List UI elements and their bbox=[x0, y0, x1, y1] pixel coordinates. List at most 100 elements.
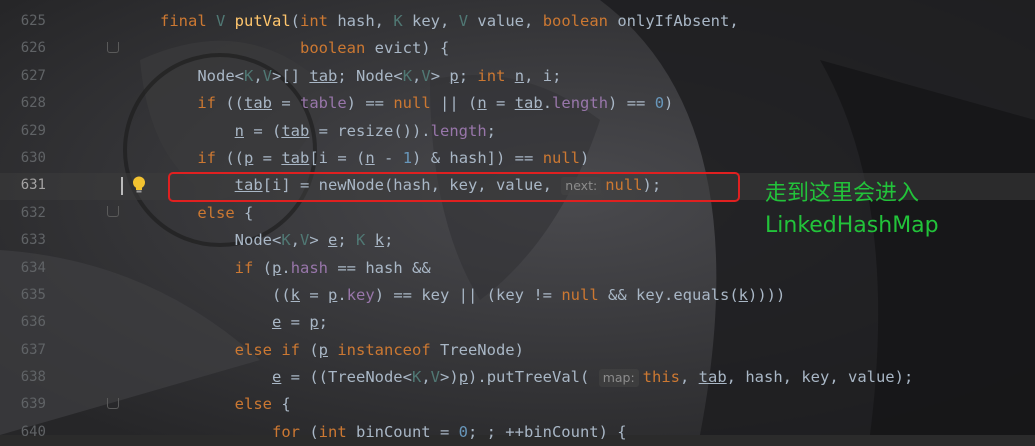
code-token: ( bbox=[309, 422, 319, 441]
code-token: boolean bbox=[542, 12, 618, 30]
code-token: e bbox=[328, 231, 338, 250]
code-token: null bbox=[561, 285, 608, 304]
code-token: tab bbox=[244, 94, 272, 113]
code-text: n = (tab = resize()).length; bbox=[160, 118, 496, 145]
code-token: = resize()). bbox=[309, 121, 431, 140]
code-token: , i; bbox=[524, 66, 562, 85]
lightbulb-icon[interactable] bbox=[130, 175, 148, 195]
code-token: >) bbox=[440, 368, 459, 387]
code-token: instanceof bbox=[328, 340, 440, 359]
code-text: final V putVal(int hash, K key, V value,… bbox=[160, 8, 739, 35]
code-token: == hash && bbox=[328, 258, 431, 277]
code-token: else bbox=[197, 203, 244, 222]
code-token: ( bbox=[290, 12, 301, 30]
code-token: (( bbox=[225, 148, 244, 167]
code-token: p bbox=[318, 340, 328, 359]
text-caret bbox=[121, 177, 123, 195]
code-token: || ( bbox=[440, 94, 478, 113]
code-text: if ((tab = table) == null || (n = tab.le… bbox=[160, 90, 673, 117]
code-token: { bbox=[281, 395, 291, 414]
code-token: p bbox=[309, 313, 319, 332]
code-token: [i = ( bbox=[309, 148, 366, 167]
fold-marker-icon[interactable] bbox=[107, 398, 119, 409]
code-token: if bbox=[197, 148, 226, 167]
code-token: , bbox=[421, 368, 431, 387]
line-number: 625 bbox=[20, 13, 46, 29]
code-token: tab bbox=[281, 148, 310, 167]
code-token: K bbox=[402, 66, 413, 85]
code-token: K bbox=[356, 231, 375, 250]
code-text: else { bbox=[160, 200, 253, 227]
code-token: V bbox=[300, 231, 310, 250]
code-token: null bbox=[393, 94, 441, 113]
code-token: boolean bbox=[299, 39, 375, 58]
code-token: key, bbox=[412, 12, 459, 30]
code-token: . bbox=[542, 94, 553, 113]
code-text: if ((p = tab[i = (n - 1) & hash]) == nul… bbox=[160, 145, 589, 172]
code-token: = ((TreeNode< bbox=[281, 368, 412, 387]
line-number: 638 bbox=[20, 369, 46, 386]
code-token: value, bbox=[477, 12, 543, 30]
code-token: tab bbox=[309, 66, 338, 85]
code-token: tab bbox=[698, 368, 727, 387]
annotation-line-2: LinkedHashMap bbox=[765, 213, 939, 238]
code-token: . bbox=[337, 285, 347, 304]
code-token: Node< bbox=[234, 231, 282, 250]
code-token: null bbox=[542, 148, 581, 167]
code-token: ; bbox=[337, 231, 357, 250]
code-token: >[] bbox=[272, 66, 310, 85]
fold-marker-icon[interactable] bbox=[107, 42, 119, 53]
code-token: for bbox=[271, 422, 310, 441]
code-token: int bbox=[300, 12, 338, 30]
code-token: (( bbox=[271, 285, 291, 304]
line-number: 629 bbox=[20, 122, 46, 139]
code-token: k bbox=[738, 285, 748, 304]
code-token: n bbox=[365, 148, 375, 167]
code-text: Node<K,V>[] tab; Node<K,V> p; int n, i; bbox=[160, 63, 561, 90]
code-token: length bbox=[430, 121, 487, 140]
code-token: p bbox=[449, 66, 459, 85]
code-token: 0 bbox=[458, 422, 468, 441]
code-token: ) == bbox=[608, 94, 655, 113]
code-token: k bbox=[290, 285, 300, 304]
line-number: 637 bbox=[20, 341, 46, 358]
code-token: else bbox=[234, 395, 282, 414]
line-number: 628 bbox=[20, 95, 46, 112]
code-token: = bbox=[253, 148, 282, 167]
code-token: = bbox=[272, 94, 300, 113]
code-token: p bbox=[272, 258, 282, 277]
fold-marker-icon[interactable] bbox=[107, 206, 119, 217]
code-text: ((k = p.key) == key || (key != null && k… bbox=[160, 282, 785, 309]
code-token: > bbox=[430, 66, 450, 85]
code-token: TreeNode) bbox=[439, 340, 524, 359]
code-token: V bbox=[216, 12, 235, 30]
code-token: putVal bbox=[234, 12, 291, 30]
annotation-line-1: 走到这里会进入 bbox=[765, 181, 920, 206]
code-token: && key.equals( bbox=[608, 285, 739, 304]
code-token: binCount = bbox=[355, 422, 459, 441]
code-token: n bbox=[234, 121, 244, 140]
code-token: V bbox=[421, 66, 431, 85]
code-token: tab bbox=[281, 121, 310, 140]
code-token: , bbox=[680, 368, 699, 387]
line-number: 633 bbox=[20, 232, 46, 249]
code-token: )))) bbox=[748, 285, 786, 304]
code-token: evict) { bbox=[374, 39, 450, 58]
code-token: this bbox=[642, 368, 680, 387]
code-token: hash bbox=[290, 258, 329, 277]
code-token: ) bbox=[580, 148, 590, 167]
line-number: 635 bbox=[20, 286, 46, 303]
code-token: p bbox=[328, 285, 338, 304]
line-number: 639 bbox=[20, 396, 46, 413]
red-highlight-box bbox=[168, 172, 740, 202]
